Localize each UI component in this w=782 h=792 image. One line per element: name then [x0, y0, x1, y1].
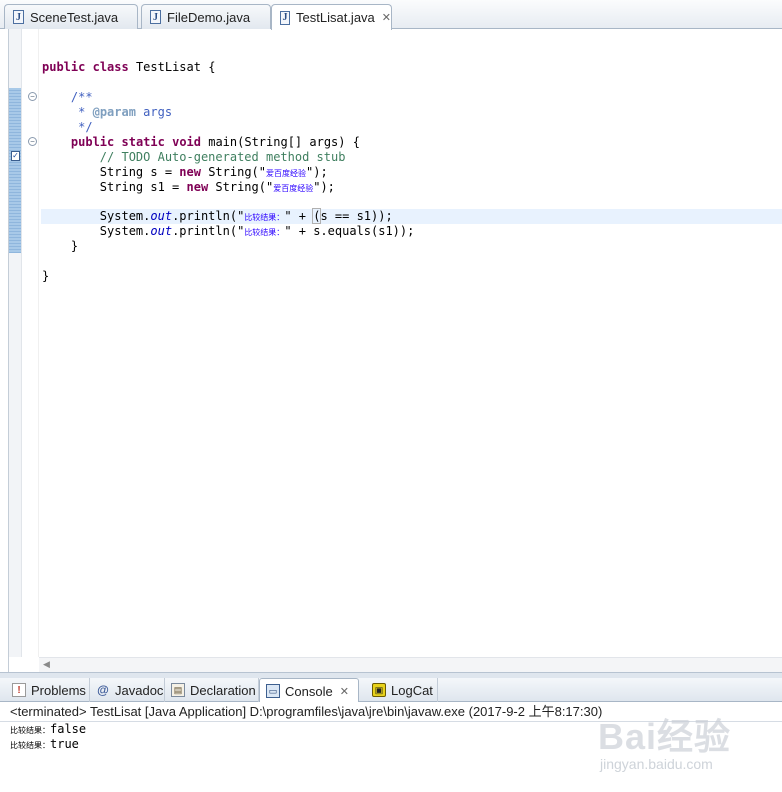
- code-token: }: [70, 239, 79, 253]
- comment: // TODO Auto-generated method stub: [99, 150, 346, 164]
- keyword: public: [70, 135, 115, 149]
- code-line: // TODO Auto-generated method stub: [41, 150, 782, 165]
- output-label: 比较结果：: [10, 741, 50, 750]
- code-token: " + s.equals(s1));: [284, 224, 415, 238]
- code-token: String s =: [99, 165, 180, 179]
- editor-tab-bar: J SceneTest.java J FileDemo.java J TestL…: [0, 0, 782, 30]
- string-literal: 比较结果：: [244, 213, 285, 222]
- code-line: String s = new String("爱百度经验");: [41, 165, 782, 180]
- console-line: 比较结果：false: [10, 722, 86, 737]
- view-tab-bar: ! Problems @ Javadoc ▤ Declaration ▭ Con…: [0, 678, 782, 703]
- code-line: /**: [41, 90, 782, 105]
- code-line: * @param args: [41, 105, 782, 120]
- output-value: true: [50, 737, 79, 751]
- folding-column: − −: [22, 29, 39, 657]
- console-line: 比较结果：true: [10, 737, 79, 752]
- string-literal: 比较结果：: [244, 228, 285, 237]
- keyword: new: [186, 180, 209, 194]
- code-line: String s1 = new String("爱百度经验");: [41, 180, 782, 195]
- code-token: ");: [313, 180, 335, 194]
- tab-label: FileDemo.java: [167, 9, 251, 25]
- tab-filedemo[interactable]: J FileDemo.java: [141, 4, 271, 29]
- output-value: false: [50, 722, 87, 736]
- static-field: out: [150, 209, 173, 223]
- keyword: static: [121, 135, 165, 149]
- problems-icon: !: [12, 683, 26, 697]
- tab-label: Problems: [31, 682, 86, 698]
- vertical-ruler: ✓: [9, 29, 22, 657]
- tab-logcat[interactable]: ▣ LogCat: [366, 678, 438, 702]
- close-icon[interactable]: ✕: [382, 11, 391, 24]
- close-icon[interactable]: ✕: [340, 685, 349, 698]
- keyword: new: [179, 165, 201, 179]
- code-token: TestLisat {: [135, 60, 216, 74]
- javadoc-text: args: [135, 105, 173, 119]
- code-text[interactable]: public class TestLisat { /** * @param ar…: [41, 29, 782, 657]
- code-line: public class TestLisat {: [41, 60, 782, 75]
- tab-declaration[interactable]: ▤ Declaration: [165, 678, 259, 702]
- code-token: s == s1));: [320, 209, 393, 223]
- declaration-icon: ▤: [171, 683, 185, 697]
- code-token: " +: [284, 209, 314, 223]
- static-field: out: [150, 224, 173, 238]
- code-line: public static void main(String[] args) {: [41, 135, 782, 150]
- code-token: String s1 =: [99, 180, 187, 194]
- fold-collapse-icon[interactable]: −: [28, 137, 37, 146]
- output-label: 比较结果：: [10, 726, 50, 735]
- code-line: }: [41, 239, 782, 254]
- tab-label: Declaration: [190, 682, 256, 698]
- javadoc-text: *: [70, 105, 93, 119]
- tab-scenetest[interactable]: J SceneTest.java: [4, 4, 138, 29]
- scroll-left-icon[interactable]: ◀: [43, 659, 50, 670]
- console-description: <terminated> TestLisat [Java Application…: [0, 702, 782, 722]
- code-token: System.: [99, 209, 151, 223]
- code-line: }: [41, 269, 782, 284]
- javadoc-tag: @param: [92, 105, 136, 119]
- quick-diff-bar: [9, 88, 21, 253]
- console-output[interactable]: 比较结果：false 比较结果：true: [0, 722, 782, 792]
- console-icon: ▭: [266, 684, 280, 698]
- code-token: System.: [99, 224, 151, 238]
- code-line: System.out.println("比较结果：" + s.equals(s1…: [41, 224, 782, 239]
- tab-label: Console: [285, 683, 333, 699]
- tab-label: Javadoc: [115, 682, 164, 698]
- code-token: .println(": [172, 224, 245, 238]
- keyword: public: [42, 60, 86, 74]
- code-token: main(String[] args) {: [208, 135, 360, 149]
- code-editor[interactable]: ✓ − − public class TestLisat { /** * @pa…: [8, 29, 782, 672]
- fold-collapse-icon[interactable]: −: [28, 92, 37, 101]
- code-token: String(": [208, 180, 274, 194]
- code-token: }: [42, 269, 50, 283]
- javadoc-text: */: [70, 120, 93, 134]
- keyword: void: [172, 135, 201, 149]
- string-literal: 爱百度经验: [273, 184, 314, 193]
- task-marker-icon[interactable]: ✓: [11, 151, 20, 161]
- java-file-icon: J: [13, 10, 24, 24]
- code-token: ");: [306, 165, 328, 179]
- tab-javadoc[interactable]: @ Javadoc: [90, 678, 165, 702]
- javadoc-text: /**: [70, 90, 93, 104]
- code-line-current: System.out.println("比较结果：" + (s == s1));: [41, 208, 782, 224]
- tab-console[interactable]: ▭ Console ✕: [259, 678, 359, 703]
- java-file-icon: J: [280, 10, 291, 25]
- javadoc-icon: @: [97, 683, 109, 697]
- horizontal-scrollbar[interactable]: ◀: [39, 657, 782, 672]
- code-token: .println(": [172, 209, 245, 223]
- code-line: */: [41, 120, 782, 135]
- java-file-icon: J: [150, 10, 161, 24]
- string-literal: 爱百度经验: [266, 169, 306, 178]
- code-token: String(": [200, 165, 266, 179]
- tab-testlisat[interactable]: J TestLisat.java ✕: [271, 4, 392, 30]
- logcat-icon: ▣: [372, 683, 386, 697]
- keyword: class: [92, 60, 129, 74]
- tab-label: SceneTest.java: [30, 9, 119, 25]
- tab-label: TestLisat.java: [296, 10, 375, 25]
- tab-label: LogCat: [391, 682, 433, 698]
- tab-problems[interactable]: ! Problems: [6, 678, 90, 702]
